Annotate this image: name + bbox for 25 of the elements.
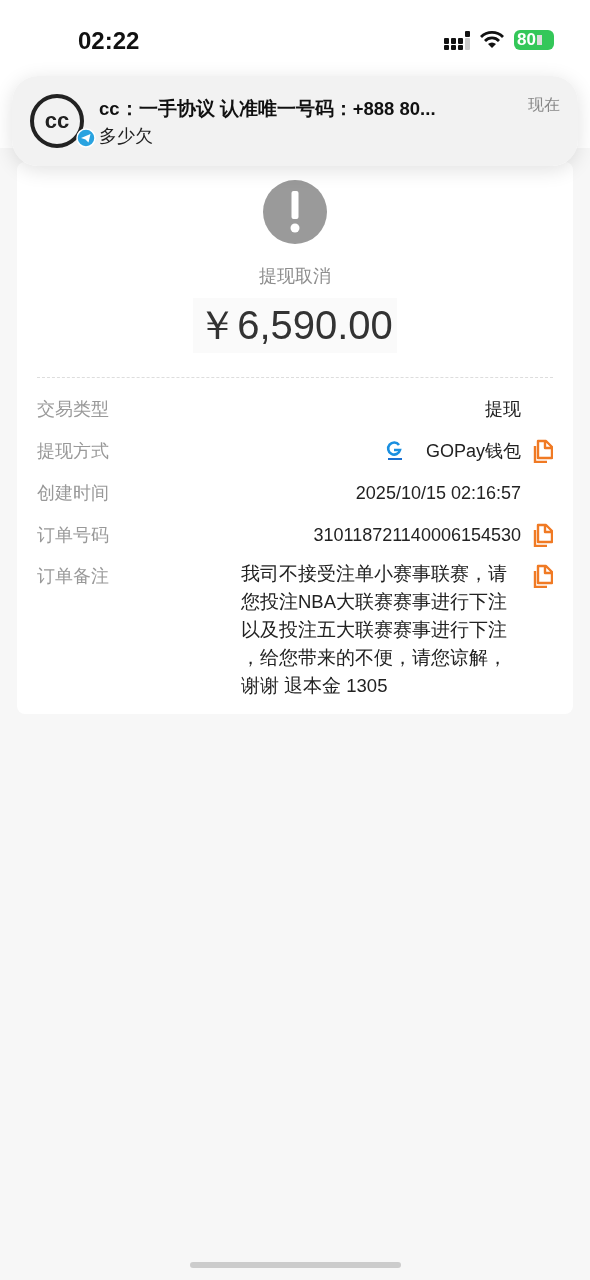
amount-text: ￥6,590.00 [193,298,397,353]
field-value: 310118721140006154530 [313,524,521,546]
clock-time: 02:22 [78,27,140,55]
copy-icon[interactable] [531,523,553,547]
field-value: 提现 [485,398,521,421]
field-value: GOPay钱包 [425,440,521,463]
field-label: 交易类型 [37,398,109,421]
notification-time: 现在 [528,95,560,115]
copy-icon[interactable] [531,439,553,463]
field-label: 创建时间 [37,482,109,505]
field-label: 订单备注 [37,565,109,588]
field-value: 2025/10/15 02:16:57 [355,482,521,504]
field-label: 订单号码 [37,524,109,547]
field-value: 我司不接受注单小赛事联赛，请您投注NBA大联赛赛事进行下注以及投注五大联赛赛事进行下注，给您带来的不便，请您谅解，谢谢 退本金 1305 [241,562,509,698]
signal-icon [444,30,470,50]
field-label: 提现方式 [37,440,109,463]
status-text: 提现取消 [259,265,331,288]
paper-plane-icon [76,128,96,148]
payment-logo-icon [385,441,404,461]
alert-icon [263,180,327,244]
notification-title: cc：一手协议 认准唯一号码：+888 80... [99,97,437,121]
notification-message: 多少欠 [99,125,154,148]
copy-icon[interactable] [531,564,553,588]
battery-icon: 80 [514,30,554,50]
wifi-icon [480,31,504,49]
